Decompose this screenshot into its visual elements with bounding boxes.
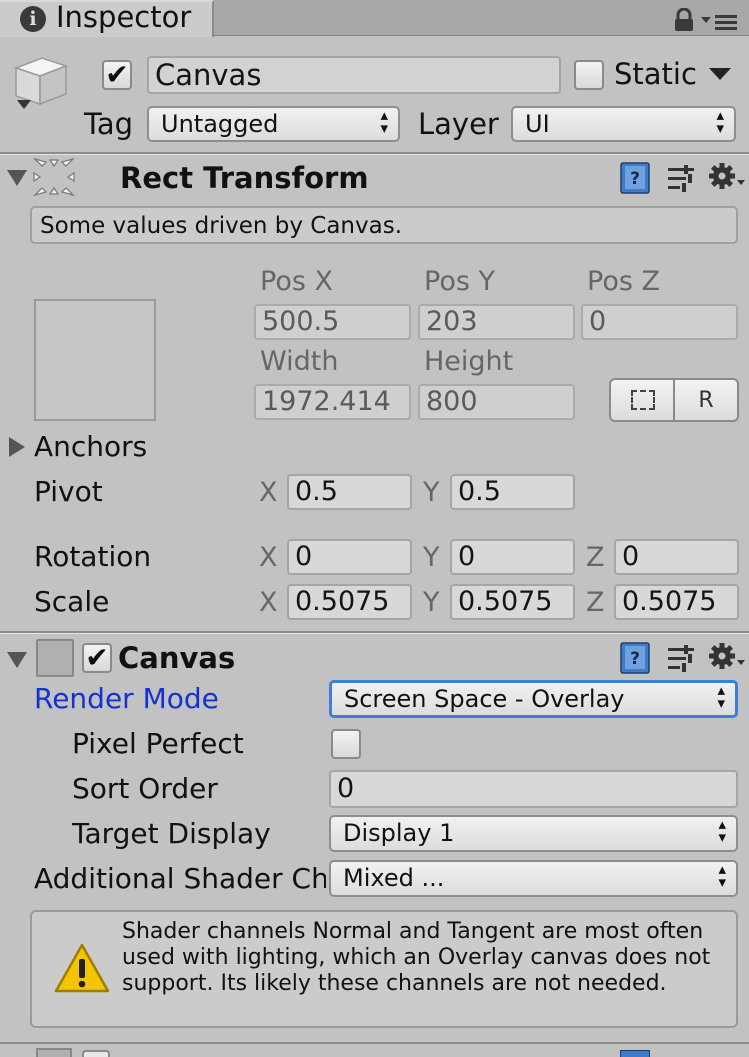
warning-icon [54, 942, 110, 994]
anchors-label[interactable]: Anchors [34, 433, 147, 461]
dropdown-arrows-icon: ▴ ▾ [718, 815, 726, 846]
foldout-expanded-icon[interactable] [6, 168, 28, 188]
pos-x-field[interactable]: 500.5 [254, 304, 411, 340]
next-component-icon [36, 1048, 72, 1057]
scale-label: Scale [34, 585, 110, 618]
layer-label: Layer [418, 107, 499, 141]
render-mode-label: Render Mode [34, 682, 219, 715]
pixel-perfect-checkbox[interactable] [331, 729, 361, 759]
pivot-y-axis-label: Y [423, 477, 440, 508]
pivot-y-field[interactable]: 0.5 [450, 474, 575, 510]
scale-z-axis-label: Z [586, 587, 605, 618]
gear-icon[interactable] [708, 162, 746, 192]
scale-x-field[interactable]: 0.5075 [287, 584, 412, 620]
rotation-label: Rotation [34, 540, 152, 573]
canvas-enabled-checkbox[interactable]: ✔ [82, 643, 112, 673]
tag-value: Untagged [161, 110, 279, 138]
blueprint-icon [631, 390, 655, 410]
tag-dropdown[interactable]: Untagged ▴ ▾ [147, 106, 400, 142]
canvas-component-icon [36, 639, 74, 677]
rotation-z-axis-label: Z [586, 542, 605, 573]
shader-channels-warning: Shader channels Normal and Tangent are m… [30, 910, 738, 1028]
pos-z-field[interactable]: 0 [581, 304, 738, 340]
rotation-x-axis-label: X [259, 542, 278, 573]
gear-icon[interactable] [708, 642, 746, 672]
layer-value: UI [525, 110, 550, 138]
help-book-icon[interactable]: ? [620, 642, 650, 674]
sort-order-label: Sort Order [72, 772, 218, 805]
dropdown-arrows-icon: ▴ ▾ [716, 106, 724, 137]
divider [0, 633, 749, 634]
sort-order-field[interactable]: 0 [329, 770, 738, 808]
next-help-book-icon [620, 1050, 650, 1057]
static-checkbox[interactable] [574, 60, 604, 90]
shader-channels-label: Additional Shader Ch [34, 862, 326, 895]
tab-menu-icon[interactable] [700, 12, 740, 32]
width-field[interactable]: 1972.414 [254, 384, 411, 420]
pivot-label: Pivot [34, 475, 103, 508]
next-component-checkbox [82, 1050, 110, 1057]
scale-z-field[interactable]: 0.5075 [614, 584, 739, 620]
static-dropdown-arrow-icon[interactable] [708, 66, 732, 82]
pos-y-field[interactable]: 203 [418, 304, 575, 340]
foldout-collapsed-icon[interactable] [8, 436, 26, 458]
driven-values-info: Some values driven by Canvas. [30, 206, 738, 244]
shader-channels-label-clip: Additional Shader Ch [34, 862, 326, 898]
help-book-icon[interactable]: ? [620, 162, 650, 194]
preset-sliders-icon[interactable] [666, 644, 696, 674]
rotation-x-field[interactable]: 0 [287, 539, 412, 575]
gameobject-cube-icon[interactable] [8, 52, 72, 116]
rotation-z-field[interactable]: 0 [614, 539, 739, 575]
pos-x-label: Pos X [260, 266, 333, 297]
render-mode-dropdown[interactable]: Screen Space - Overlay ▴ ▾ [329, 680, 738, 718]
rotation-y-field[interactable]: 0 [450, 539, 575, 575]
anchor-presets-button[interactable] [34, 299, 156, 421]
scale-y-axis-label: Y [423, 587, 440, 618]
pos-y-label: Pos Y [424, 266, 495, 297]
foldout-expanded-icon[interactable] [6, 650, 28, 670]
layer-dropdown[interactable]: UI ▴ ▾ [511, 106, 736, 142]
rect-transform-title: Rect Transform [120, 161, 369, 195]
static-label: Static [614, 57, 697, 91]
pivot-x-axis-label: X [259, 477, 278, 508]
width-label: Width [260, 346, 339, 377]
dropdown-arrows-icon: ▴ ▾ [717, 681, 725, 712]
scale-y-field[interactable]: 0.5075 [450, 584, 575, 620]
raw-edit-button[interactable]: R [673, 378, 739, 422]
blueprint-mode-button[interactable] [609, 378, 675, 422]
rect-transform-icon [32, 156, 76, 198]
inspector-tab[interactable]: i Inspector [0, 0, 214, 37]
target-display-dropdown[interactable]: Display 1 ▴ ▾ [329, 815, 738, 852]
divider [0, 154, 749, 155]
driven-values-text: Some values driven by Canvas. [40, 213, 403, 239]
info-icon: i [20, 6, 46, 32]
name-field[interactable]: Canvas [147, 56, 561, 94]
tab-title: Inspector [56, 0, 192, 34]
preset-sliders-icon[interactable] [666, 164, 696, 194]
target-display-label: Target Display [72, 817, 271, 850]
pos-z-label: Pos Z [587, 266, 660, 297]
raw-edit-label: R [698, 388, 714, 413]
shader-channels-value: Mixed ... [343, 864, 445, 892]
svg-text:?: ? [630, 649, 640, 669]
pixel-perfect-label: Pixel Perfect [72, 727, 244, 760]
active-checkbox[interactable]: ✔ [102, 60, 132, 90]
pivot-x-field[interactable]: 0.5 [287, 474, 412, 510]
render-mode-value: Screen Space - Overlay [344, 685, 625, 713]
next-component-header [0, 1044, 749, 1057]
tag-label: Tag [84, 107, 134, 141]
scale-x-axis-label: X [259, 587, 278, 618]
dropdown-arrows-icon: ▴ ▾ [380, 106, 388, 137]
warning-text: Shader channels Normal and Tangent are m… [122, 919, 711, 996]
shader-channels-dropdown[interactable]: Mixed ... ▴ ▾ [329, 860, 738, 897]
height-field[interactable]: 800 [418, 384, 575, 420]
target-display-value: Display 1 [343, 819, 455, 847]
height-label: Height [424, 346, 514, 377]
lock-icon[interactable] [672, 7, 696, 32]
dropdown-arrows-icon: ▴ ▾ [718, 860, 726, 891]
svg-text:?: ? [630, 169, 640, 189]
canvas-component-title: Canvas [118, 641, 236, 675]
rotation-y-axis-label: Y [423, 542, 440, 573]
